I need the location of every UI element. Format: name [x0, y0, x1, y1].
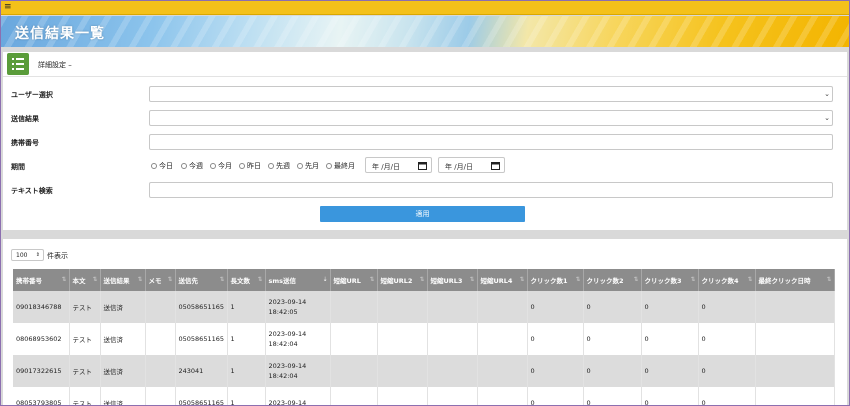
- table-header-row: 携帯番号 ⇅ 本文 ⇅ 送信結果 ⇅ メモ ⇅ 送信先 ⇅ 長文数 ⇅ sms送信 ⇣ 短縮U…: [13, 269, 835, 291]
- apply-button[interactable]: 適用: [320, 206, 525, 222]
- hamburger-icon[interactable]: ≡: [4, 3, 12, 12]
- column-header-url2[interactable]: 短縮URL2 ⇅: [377, 269, 428, 291]
- list-icon: [7, 53, 29, 75]
- column-header-click3[interactable]: クリック数3 ⇅: [641, 269, 699, 291]
- radio-circle-icon: [297, 163, 303, 169]
- user-select-label: ユーザー選択: [11, 91, 53, 99]
- column-header-result[interactable]: 送信結果 ⇅: [100, 269, 146, 291]
- table-row: 08068953602 テスト 送信済 05058651165 1 2023-0…: [13, 323, 835, 355]
- table-row: 09018346788 テスト 送信済 05058651165 1 2023-0…: [13, 291, 835, 323]
- sort-icon: ⇅: [469, 276, 475, 283]
- user-select[interactable]: ⌄: [149, 86, 833, 102]
- app-window: ≡ 送信結果一覧 詳細設定 – ユーザー選択 ⌄ 送信結果 ⌄ 携帯番号 期間 …: [0, 0, 850, 406]
- calendar-icon: [418, 162, 427, 170]
- column-header-body[interactable]: 本文 ⇅: [69, 269, 101, 291]
- sort-desc-icon: ⇣: [322, 276, 328, 283]
- column-header-dest[interactable]: 送信先 ⇅: [175, 269, 228, 291]
- page-title: 送信結果一覧: [15, 26, 105, 42]
- sort-icon: ⇅: [137, 276, 143, 283]
- column-header-memo[interactable]: メモ ⇅: [145, 269, 176, 291]
- result-select[interactable]: ⌄: [149, 110, 833, 126]
- page-banner: 送信結果一覧: [1, 16, 849, 47]
- column-header-url4[interactable]: 短縮URL4 ⇅: [477, 269, 528, 291]
- radio-last-month[interactable]: 先月: [297, 161, 319, 171]
- sort-icon: ⇅: [519, 276, 525, 283]
- column-header-sms-sent[interactable]: sms送信 ⇣: [265, 269, 331, 291]
- table-row: 09017322615 テスト 送信済 243041 1 2023-09-14 1…: [13, 355, 835, 387]
- date-from-input[interactable]: 年 /月/日: [365, 157, 432, 173]
- text-search-input[interactable]: [149, 182, 833, 198]
- column-header-click2[interactable]: クリック数2 ⇅: [583, 269, 642, 291]
- sort-icon: ⇅: [257, 276, 263, 283]
- radio-last-week[interactable]: 先週: [268, 161, 290, 171]
- per-page-select[interactable]: 100 ⇕: [11, 249, 44, 261]
- column-header-last-click[interactable]: 最終クリック日時 ⇅: [755, 269, 835, 291]
- radio-yesterday[interactable]: 昨日: [239, 161, 261, 171]
- chevron-down-icon: ⌄: [824, 90, 830, 98]
- table-row: 08053793805 テスト 送信済 05058651165 1 2023-0…: [13, 387, 835, 405]
- phone-label: 携帯番号: [11, 139, 39, 147]
- column-header-url3[interactable]: 短縮URL3 ⇅: [427, 269, 478, 291]
- filter-panel-header[interactable]: 詳細設定 –: [3, 52, 847, 77]
- results-table: 携帯番号 ⇅ 本文 ⇅ 送信結果 ⇅ メモ ⇅ 送信先 ⇅ 長文数 ⇅ sms送信 ⇣ 短縮U…: [13, 269, 835, 405]
- radio-circle-icon: [239, 163, 245, 169]
- chevron-updown-icon: ⇕: [35, 252, 40, 258]
- radio-this-week[interactable]: 今週: [181, 161, 203, 171]
- sort-icon: ⇅: [369, 276, 375, 283]
- radio-today[interactable]: 今日: [151, 161, 173, 171]
- result-select-label: 送信結果: [11, 115, 39, 123]
- top-bar: ≡: [1, 1, 849, 15]
- calendar-icon: [491, 162, 500, 170]
- column-header-count[interactable]: 長文数 ⇅: [227, 269, 266, 291]
- period-label: 期間: [11, 163, 25, 171]
- radio-final-month[interactable]: 最終月: [326, 161, 355, 171]
- sort-icon: ⇅: [690, 276, 696, 283]
- date-to-input[interactable]: 年 /月/日: [438, 157, 505, 173]
- sort-icon: ⇅: [92, 276, 98, 283]
- column-header-url1[interactable]: 短縮URL ⇅: [330, 269, 378, 291]
- sort-icon: ⇅: [633, 276, 639, 283]
- filter-panel-title[interactable]: 詳細設定 –: [38, 60, 72, 70]
- per-page-label: 件表示: [47, 252, 68, 260]
- sort-icon: ⇅: [167, 276, 173, 283]
- sort-icon: ⇅: [747, 276, 753, 283]
- radio-circle-icon: [151, 163, 157, 169]
- text-search-label: テキスト検索: [11, 187, 53, 195]
- radio-circle-icon: [268, 163, 274, 169]
- column-header-phone[interactable]: 携帯番号 ⇅: [13, 269, 70, 291]
- sort-icon: ⇅: [219, 276, 225, 283]
- sort-icon: ⇅: [826, 276, 832, 283]
- radio-circle-icon: [181, 163, 187, 169]
- chevron-down-icon: ⌄: [824, 114, 830, 122]
- column-header-click1[interactable]: クリック数1 ⇅: [527, 269, 584, 291]
- radio-this-month[interactable]: 今月: [210, 161, 232, 171]
- phone-input[interactable]: [149, 134, 833, 150]
- sort-icon: ⇅: [61, 276, 67, 283]
- sort-icon: ⇅: [419, 276, 425, 283]
- sort-icon: ⇅: [575, 276, 581, 283]
- column-header-click4[interactable]: クリック数4 ⇅: [698, 269, 756, 291]
- radio-circle-icon: [210, 163, 216, 169]
- radio-circle-icon: [326, 163, 332, 169]
